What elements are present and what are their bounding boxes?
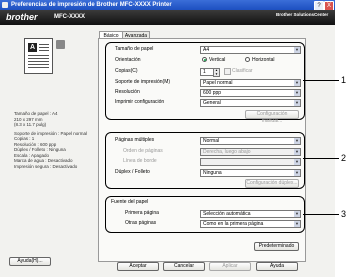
paper-size-select[interactable]: A4 ▼: [200, 46, 301, 54]
chevron-down-icon: ▼: [294, 149, 300, 155]
manual-settings-button[interactable]: Configuración manual...: [245, 110, 299, 124]
horizontal-label: Horizontal: [252, 57, 275, 63]
copies-value: 1: [203, 69, 206, 75]
chevron-down-icon: ▼: [294, 170, 300, 176]
first-page-label: Primera página: [125, 210, 159, 216]
multiple-pages-select[interactable]: Normal ▼: [200, 137, 301, 145]
resolution-value: 600 ppp: [203, 90, 222, 96]
paper-size-value: A4: [203, 47, 210, 53]
media-select[interactable]: Papel normal ▼: [200, 79, 301, 87]
summary-line: Impresión segura : Desactivado: [14, 163, 78, 169]
collate-checkbox[interactable]: [224, 68, 231, 75]
horizontal-radio[interactable]: [245, 57, 250, 62]
chevron-down-icon: ▼: [294, 159, 300, 165]
page-order-value: Derecha, luego abajo: [203, 149, 251, 155]
chevron-down-icon: ▼: [294, 100, 300, 106]
other-pages-value: Como en la primera página: [203, 221, 264, 227]
copies-stepper[interactable]: ▲ ▼: [213, 68, 220, 77]
callout-3: 3: [341, 209, 347, 219]
collate-label: Clasificar: [232, 68, 253, 74]
page-preview-icon: A: [24, 38, 53, 74]
first-page-value: Selección automática: [203, 211, 251, 217]
callout-line: [303, 80, 339, 81]
settings-summary: Tamaño de papel : A4 210 x 297 mm (8.3 x…: [14, 111, 87, 169]
duplex-value: Ninguna: [203, 170, 222, 176]
orientation-label: Orientación: [115, 57, 141, 63]
paper-source-label: Fuente del papel: [111, 199, 149, 205]
copies-label: Copias(C): [115, 68, 138, 74]
solutions-center-link[interactable]: Brother SolutionsCenter: [276, 12, 334, 17]
print-settings-select[interactable]: General ▼: [200, 99, 301, 107]
printer-icon: [2, 2, 8, 8]
print-settings-label: Imprimir configuración: [115, 99, 165, 105]
media-value: Papel normal: [203, 80, 233, 86]
ok-button[interactable]: Aceptar: [117, 262, 159, 271]
multiple-pages-value: Normal: [203, 138, 220, 144]
border-line-label: Línea de borde: [123, 158, 157, 164]
chevron-down-icon: ▼: [294, 90, 300, 96]
callout-line: [303, 158, 339, 159]
brother-logo: brother: [6, 12, 38, 22]
default-button[interactable]: Predeterminado: [254, 242, 299, 251]
chevron-down-icon: ▼: [294, 138, 300, 144]
callout-line: [303, 214, 339, 215]
apply-button[interactable]: Aplicar: [209, 262, 251, 271]
paper-size-label: Tamaño de papel: [115, 46, 154, 52]
media-label: Soporte de impresión(M): [115, 79, 171, 85]
chevron-down-icon: ▼: [294, 221, 300, 227]
printer-small-icon: [56, 40, 65, 49]
other-pages-select[interactable]: Como en la primera página ▼: [200, 220, 301, 228]
resolution-select[interactable]: 600 ppp ▼: [200, 89, 301, 97]
window-title: Preferencias de impresión de Brother MFC…: [11, 2, 172, 8]
brand-bar: brother MFC-XXXX Brother SolutionsCenter: [0, 10, 335, 25]
model-name: MFC-XXXX: [54, 14, 86, 20]
callout-1: 1: [341, 75, 347, 85]
callout-2: 2: [341, 153, 347, 163]
print-settings-value: General: [203, 100, 221, 106]
border-line-select[interactable]: ▼: [200, 158, 301, 166]
resolution-label: Resolución: [115, 89, 140, 95]
other-pages-label: Otras páginas: [125, 220, 157, 226]
help-left-button[interactable]: Ayuda(H)...: [9, 257, 51, 266]
vertical-radio[interactable]: [202, 57, 207, 62]
chevron-down-icon: ▼: [294, 47, 300, 53]
copies-input[interactable]: 1: [200, 68, 214, 76]
help-button[interactable]: Ayuda: [256, 262, 298, 271]
vertical-label: Vertical: [209, 57, 226, 63]
cancel-button[interactable]: Cancelar: [163, 262, 205, 271]
chevron-down-icon: ▼: [294, 211, 300, 217]
chevron-down-icon: ▼: [294, 80, 300, 86]
page-order-select[interactable]: Derecha, luego abajo ▼: [200, 148, 301, 156]
multiple-pages-label: Páginas múltiples: [115, 137, 155, 143]
duplex-settings-button[interactable]: Configuración dúplex...: [245, 179, 299, 188]
duplex-select[interactable]: Ninguna ▼: [200, 169, 301, 177]
first-page-select[interactable]: Selección automática ▼: [200, 210, 301, 218]
duplex-label: Dúplex / Folleto: [115, 169, 150, 175]
page-order-label: Orden de páginas: [123, 148, 163, 154]
title-bar: Preferencias de impresión de Brother MFC…: [0, 0, 335, 10]
